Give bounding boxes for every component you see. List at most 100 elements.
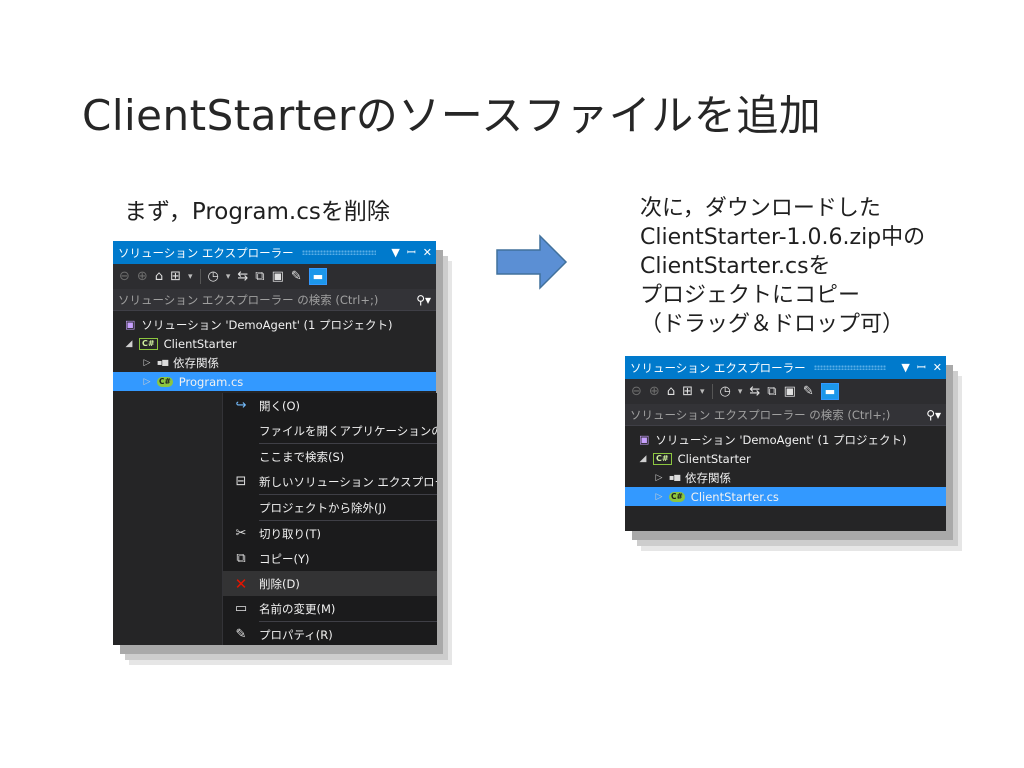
- tree-project[interactable]: ◢ C# ClientStarter: [113, 334, 436, 353]
- menu-item-copy[interactable]: ⧉ コピー(Y): [223, 546, 437, 571]
- menu-item-exclude[interactable]: プロジェクトから除外(J): [223, 495, 437, 520]
- search-icon[interactable]: ⚲▾: [926, 408, 941, 422]
- expanded-arrow-icon[interactable]: ◢: [637, 454, 649, 464]
- back-icon[interactable]: ⊖: [631, 384, 642, 399]
- menu-label: 開く(O): [259, 398, 301, 413]
- menu-label: 切り取り(T): [259, 526, 321, 541]
- home-icon[interactable]: ⌂: [667, 384, 675, 399]
- menu-item-open[interactable]: ↪ 開く(O): [223, 393, 437, 418]
- tree-label: ソリューション 'DemoAgent' (1 プロジェクト): [655, 432, 907, 447]
- tree-file[interactable]: ▷ C# Program.cs: [113, 372, 436, 391]
- tree-label: ClientStarter: [163, 336, 237, 351]
- preview-icon[interactable]: ▬: [820, 383, 840, 400]
- forward-icon[interactable]: ⊕: [649, 384, 660, 399]
- chevron-down-icon[interactable]: ▾: [188, 272, 193, 282]
- tree-dependencies[interactable]: ▷ ▪■ 依存関係: [113, 353, 436, 372]
- wrench-icon[interactable]: ✎: [803, 384, 814, 399]
- caption-right: 次に，ダウンロードした ClientStarter-1.0.6.zip中の Cl…: [640, 194, 925, 339]
- menu-item-properties[interactable]: ✎ プロパティ(R): [223, 622, 437, 647]
- show-all-files-icon[interactable]: ▣: [272, 269, 284, 284]
- caption-left: まず，Program.csを削除: [124, 199, 390, 225]
- collapse-all-icon[interactable]: ⧉: [255, 269, 264, 284]
- close-icon[interactable]: ✕: [423, 246, 432, 259]
- collapsed-arrow-icon[interactable]: ▷: [141, 358, 153, 368]
- history-icon[interactable]: ◷: [720, 384, 731, 399]
- sync-icon[interactable]: ⇆: [749, 384, 760, 399]
- dropdown-icon[interactable]: ▼: [901, 361, 909, 374]
- explorer-search[interactable]: ソリューション エクスプローラー の検索 (Ctrl+;) ⚲▾: [113, 289, 436, 311]
- menu-item-delete[interactable]: ✕ 削除(D): [223, 571, 437, 596]
- wrench-icon[interactable]: ✎: [291, 269, 302, 284]
- rename-icon: ▭: [234, 601, 248, 616]
- tree-label: Program.cs: [178, 374, 244, 389]
- search-input[interactable]: ソリューション エクスプローラー の検索 (Ctrl+;): [630, 407, 926, 423]
- menu-item-new-view[interactable]: ⊟ 新しいソリューション エクスプローラーの: [223, 469, 437, 494]
- close-icon[interactable]: ✕: [933, 361, 942, 374]
- caption-line: ClientStarter-1.0.6.zip中の: [640, 225, 926, 250]
- dropdown-icon[interactable]: ▼: [391, 246, 399, 259]
- collapsed-arrow-icon[interactable]: ▷: [653, 492, 665, 502]
- tree-dependencies[interactable]: ▷ ▪■ 依存関係: [625, 468, 946, 487]
- show-all-files-icon[interactable]: ▣: [784, 384, 796, 399]
- menu-label: プロパティ(R): [259, 627, 333, 642]
- history-icon[interactable]: ◷: [208, 269, 219, 284]
- solution-tree: ▣ ソリューション 'DemoAgent' (1 プロジェクト) ◢ C# Cl…: [625, 426, 946, 506]
- context-menu: ↪ 開く(O) ファイルを開くアプリケーションの選択 ここまで検索(S) ⊟ 新…: [222, 393, 437, 645]
- tree-label: ソリューション 'DemoAgent' (1 プロジェクト): [141, 317, 393, 332]
- toolbar-separator: [199, 269, 201, 284]
- menu-item-scope[interactable]: ここまで検索(S): [223, 444, 437, 469]
- csharp-project-icon: C#: [653, 452, 672, 465]
- menu-item-cut[interactable]: ✂ 切り取り(T): [223, 521, 437, 546]
- expanded-arrow-icon[interactable]: ◢: [123, 339, 135, 349]
- menu-label: プロジェクトから除外(J): [259, 500, 387, 515]
- pin-icon[interactable]: ꟷ: [917, 360, 926, 375]
- caption-line: プロジェクトにコピー: [640, 283, 861, 308]
- back-icon[interactable]: ⊖: [119, 269, 130, 284]
- collapsed-arrow-icon[interactable]: ▷: [653, 473, 665, 483]
- explorer-title: ソリューション エクスプローラー: [118, 245, 294, 260]
- collapsed-arrow-icon[interactable]: ▷: [141, 377, 153, 387]
- pin-icon[interactable]: ꟷ: [407, 245, 416, 260]
- forward-icon[interactable]: ⊕: [137, 269, 148, 284]
- tree-label: ClientStarter.cs: [690, 489, 779, 504]
- switch-views-icon[interactable]: ⊞: [682, 384, 693, 399]
- tree-solution[interactable]: ▣ ソリューション 'DemoAgent' (1 プロジェクト): [625, 430, 946, 449]
- menu-label: ここまで検索(S): [259, 449, 345, 464]
- wrench-icon: ✎: [235, 627, 247, 642]
- menu-item-open-with[interactable]: ファイルを開くアプリケーションの選択: [223, 418, 437, 443]
- chevron-down-icon[interactable]: ▾: [738, 387, 743, 397]
- titlebar-grip: [813, 365, 887, 370]
- new-view-icon: ⊟: [235, 474, 247, 489]
- csharp-project-icon: C#: [139, 337, 158, 350]
- menu-item-rename[interactable]: ▭ 名前の変更(M): [223, 596, 437, 621]
- caption-line: ClientStarter.csを: [640, 254, 831, 279]
- dependencies-icon: ▪■: [157, 358, 169, 367]
- switch-views-icon[interactable]: ⊞: [170, 269, 181, 284]
- tree-solution[interactable]: ▣ ソリューション 'DemoAgent' (1 プロジェクト): [113, 315, 436, 334]
- solution-icon: ▣: [639, 433, 650, 446]
- delete-icon: ✕: [234, 574, 248, 593]
- explorer-toolbar: ⊖ ⊕ ⌂ ⊞ ▾ ◷ ▾ ⇆ ⧉ ▣ ✎ ▬: [625, 379, 946, 404]
- explorer-titlebar: ソリューション エクスプローラー ▼ ꟷ ✕: [113, 241, 436, 264]
- solution-tree: ▣ ソリューション 'DemoAgent' (1 プロジェクト) ◢ C# Cl…: [113, 311, 436, 391]
- preview-icon[interactable]: ▬: [308, 268, 328, 285]
- explorer-search[interactable]: ソリューション エクスプローラー の検索 (Ctrl+;) ⚲▾: [625, 404, 946, 426]
- home-icon[interactable]: ⌂: [155, 269, 163, 284]
- sync-icon[interactable]: ⇆: [237, 269, 248, 284]
- solution-icon: ▣: [125, 318, 136, 331]
- titlebar-grip: [301, 250, 377, 255]
- menu-label: 新しいソリューション エクスプローラーの: [259, 474, 437, 489]
- explorer-titlebar: ソリューション エクスプローラー ▼ ꟷ ✕: [625, 356, 946, 379]
- tree-project[interactable]: ◢ C# ClientStarter: [625, 449, 946, 468]
- caption-line: 次に，ダウンロードした: [640, 196, 881, 221]
- scissors-icon: ✂: [235, 526, 247, 541]
- tree-file[interactable]: ▷ C# ClientStarter.cs: [625, 487, 946, 506]
- caption-line: （ドラッグ＆ドロップ可）: [640, 312, 905, 337]
- csharp-file-icon: C#: [157, 376, 173, 387]
- tree-label: ClientStarter: [677, 451, 751, 466]
- chevron-down-icon[interactable]: ▾: [226, 272, 231, 282]
- chevron-down-icon[interactable]: ▾: [700, 387, 705, 397]
- search-icon[interactable]: ⚲▾: [416, 293, 431, 307]
- collapse-all-icon[interactable]: ⧉: [767, 384, 776, 399]
- search-input[interactable]: ソリューション エクスプローラー の検索 (Ctrl+;): [118, 292, 416, 308]
